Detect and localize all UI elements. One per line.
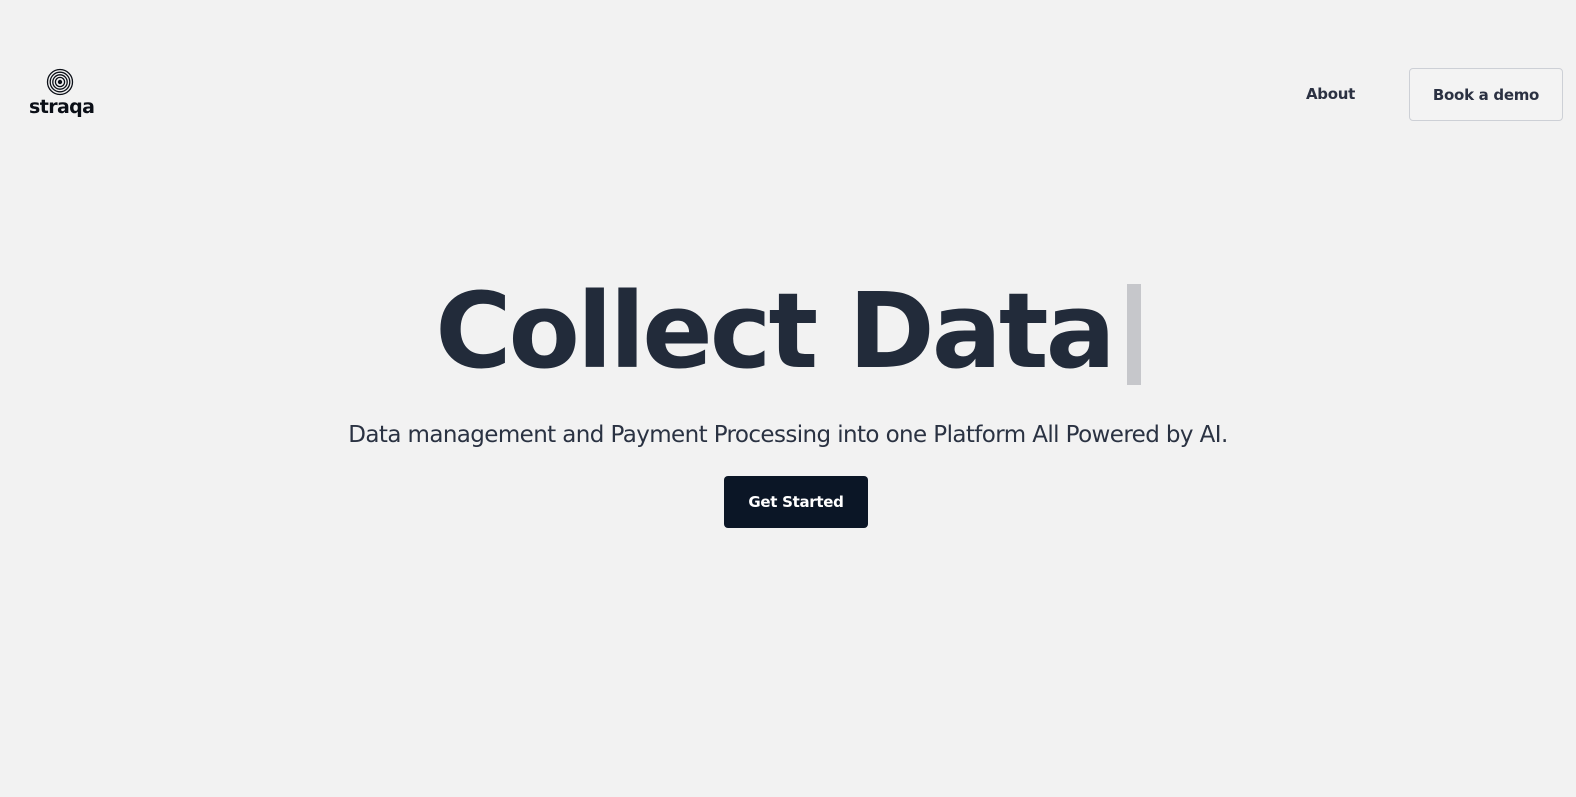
- hero-title-text: Collect Data: [435, 270, 1116, 392]
- get-started-button[interactable]: Get Started: [724, 476, 868, 528]
- hero-title-container: Collect Data: [0, 270, 1576, 392]
- book-demo-button[interactable]: Book a demo: [1409, 68, 1563, 121]
- brand-logo-text: straqa: [29, 96, 95, 118]
- nav-about-link[interactable]: About: [1306, 84, 1355, 104]
- hero-title: Collect Data: [435, 270, 1141, 392]
- brand-logo[interactable]: straqa: [29, 68, 95, 120]
- fingerprint-spiral-icon: [46, 68, 74, 96]
- hero-subtitle: Data management and Payment Processing i…: [348, 422, 1228, 448]
- typing-cursor: [1126, 284, 1141, 386]
